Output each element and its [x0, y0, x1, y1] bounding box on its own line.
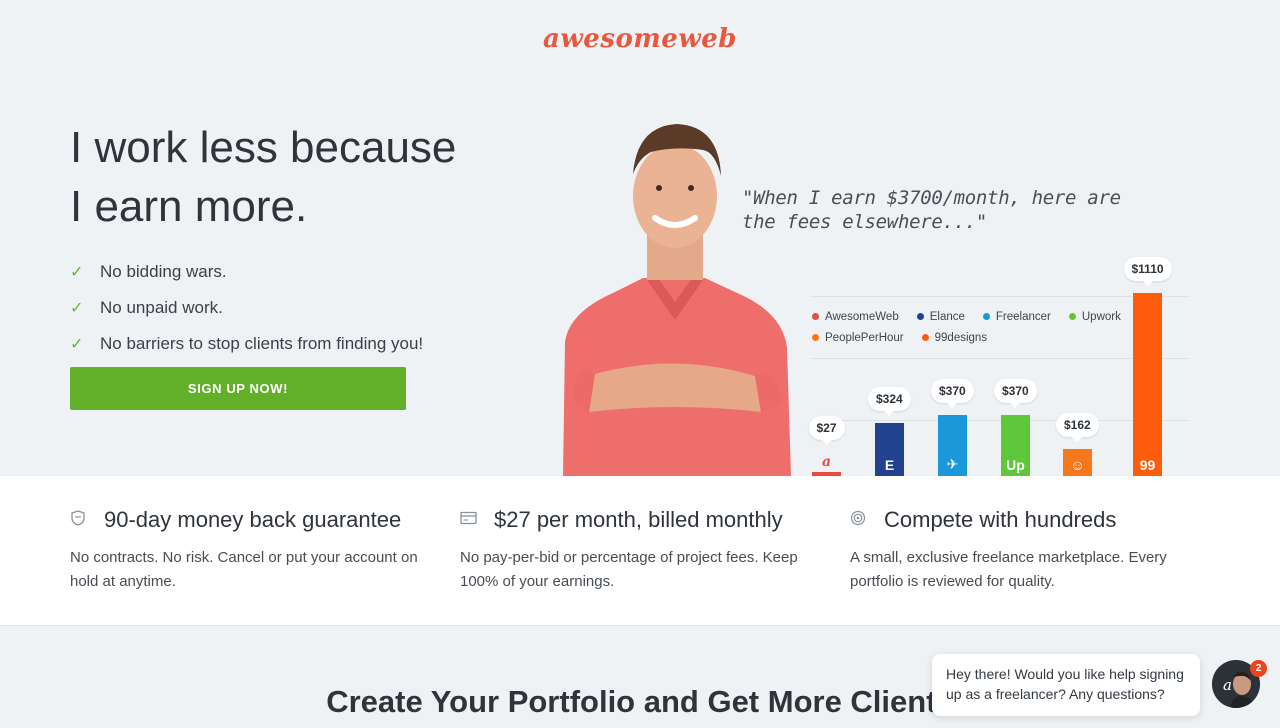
- chart-value-label: $27: [808, 416, 845, 445]
- chat-message[interactable]: Hey there! Would you like help signing u…: [932, 654, 1200, 716]
- feature-description: A small, exclusive freelance marketplace…: [850, 549, 1167, 590]
- bar-brand-icon: Up: [1006, 457, 1025, 473]
- chart-value-label: $162: [1056, 413, 1099, 442]
- hero-person-image: [563, 124, 791, 476]
- benefit-item: ✓ No unpaid work.: [70, 298, 223, 317]
- feature-pricing: $27 per month, billed monthly No pay-per…: [460, 506, 830, 594]
- check-icon: ✓: [70, 264, 84, 281]
- bar-brand-icon: a: [821, 454, 832, 470]
- bar-brand-icon: ✈: [946, 456, 959, 472]
- chart-bar: ✈: [938, 415, 967, 476]
- chart-value-label: $324: [868, 387, 911, 416]
- benefits-list: ✓ No bidding wars. ✓ No unpaid work. ✓ No b…: [70, 254, 423, 362]
- bar-brand-icon: 99: [1139, 457, 1156, 473]
- chart-bar: Up: [1001, 415, 1030, 476]
- feature-guarantee: 90-day money back guarantee No contracts…: [70, 506, 440, 594]
- feature-description: No pay-per-bid or percentage of project …: [460, 549, 798, 590]
- feature-description: No contracts. No risk. Cancel or put you…: [70, 549, 418, 590]
- feature-compete: Compete with hundreds A small, exclusive…: [850, 506, 1220, 594]
- notification-badge: 2: [1250, 660, 1267, 677]
- chart-bar: ☺: [1063, 449, 1092, 476]
- sign-up-button[interactable]: SIGN UP NOW!: [70, 367, 406, 410]
- chart-value-label: $1110: [1123, 257, 1172, 286]
- bar-brand-icon: ☺: [1070, 457, 1085, 473]
- chart-value-label: $370: [994, 379, 1037, 408]
- hero-title-line-2: I earn more.: [70, 182, 308, 231]
- card-icon: [460, 511, 494, 530]
- chart-bar: 99: [1133, 293, 1162, 476]
- bar-brand-icon: E: [884, 457, 895, 473]
- chart-bar: E: [875, 423, 904, 476]
- features-strip: 90-day money back guarantee No contracts…: [0, 476, 1280, 626]
- chart-value-label: $370: [931, 379, 974, 408]
- benefit-item: ✓ No barriers to stop clients from findin…: [70, 334, 424, 353]
- check-icon: ✓: [70, 336, 84, 353]
- fees-chart: a $27 E $324 ✈ $370 Up $370 ☺ $162 99 $1110: [790, 230, 1190, 476]
- hero-title: I work less because I earn more.: [70, 118, 456, 236]
- feature-title: $27 per month, billed monthly: [494, 507, 783, 532]
- shield-icon: [70, 509, 104, 531]
- check-icon: ✓: [70, 300, 84, 317]
- target-icon: [850, 510, 884, 531]
- testimonial-quote: "When I earn $3700/month, here are the f…: [742, 187, 1121, 233]
- feature-title: 90-day money back guarantee: [104, 507, 402, 532]
- brand-logo[interactable]: awesomeweb: [0, 24, 1280, 54]
- svg-text:a: a: [1223, 676, 1232, 694]
- feature-title: Compete with hundreds: [884, 507, 1117, 532]
- benefit-item: ✓ No bidding wars.: [70, 262, 227, 281]
- hero-title-line-1: I work less because: [70, 123, 457, 172]
